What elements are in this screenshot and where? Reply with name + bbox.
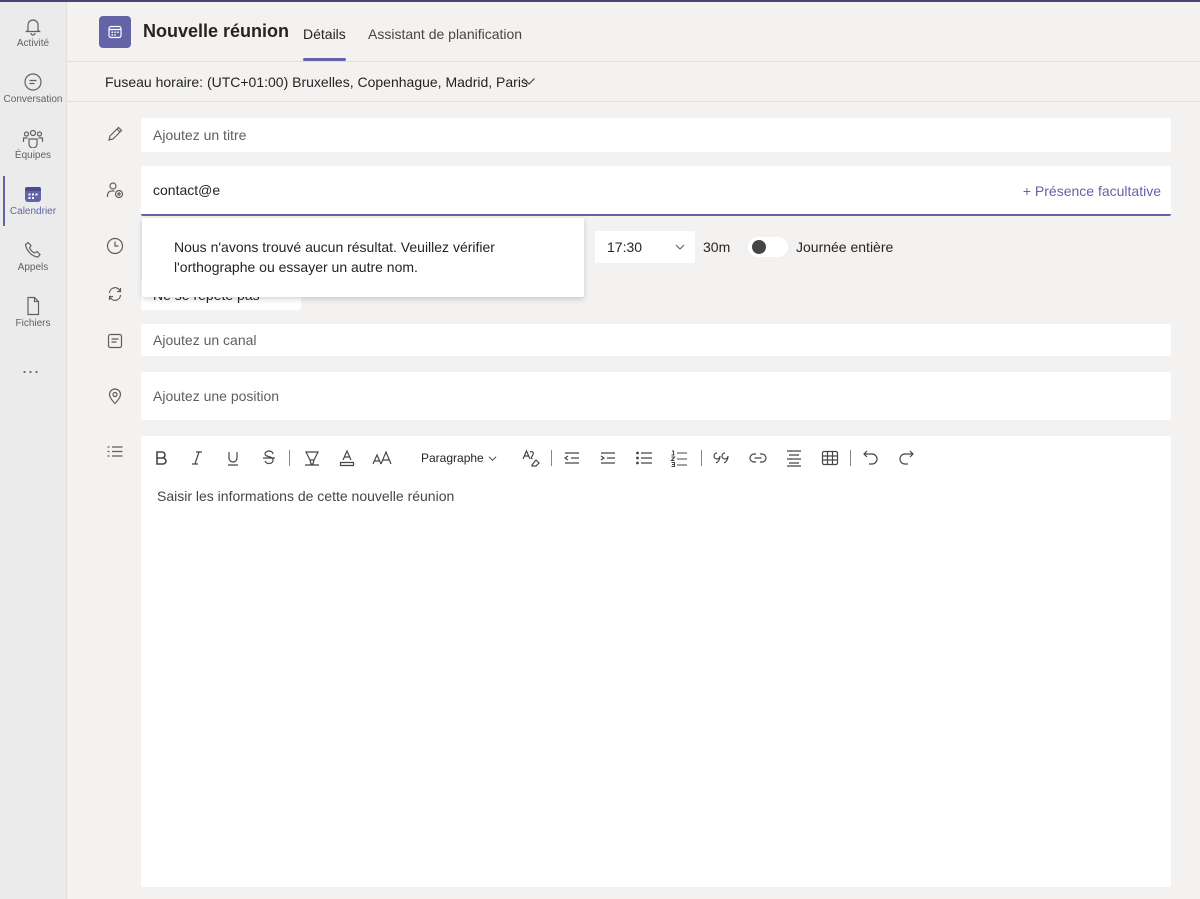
optional-attendees-link[interactable]: + Présence facultative [1023, 183, 1161, 199]
more-apps-icon[interactable]: ... [22, 357, 40, 378]
attendee-field[interactable]: contact@e + Présence facultative [141, 166, 1171, 216]
bullet-list-icon[interactable] [635, 448, 653, 468]
paragraph-style-label: Paragraphe [421, 451, 484, 465]
tab-scheduling-assistant[interactable]: Assistant de planification [368, 26, 522, 42]
increase-indent-icon[interactable] [599, 448, 617, 468]
strikethrough-button[interactable] [261, 448, 277, 468]
app-item-calls[interactable]: Appels [0, 230, 66, 286]
attendee-input[interactable]: contact@e [153, 182, 220, 198]
title-field[interactable]: Ajoutez un titre [141, 118, 1171, 152]
app-item-activity[interactable]: Activité [0, 6, 66, 62]
timezone-selector[interactable]: Fuseau horaire: (UTC+01:00) Bruxelles, C… [105, 74, 528, 90]
page-title: Nouvelle réunion [143, 21, 290, 41]
app-item-label: Activité [16, 38, 50, 49]
toggle-knob [752, 240, 766, 254]
toolbar-separator [850, 450, 851, 466]
paragraph-style-dropdown[interactable]: Paragraphe [421, 451, 497, 465]
app-item-label: Conversation [3, 94, 63, 105]
duration-label: 30m [703, 239, 731, 255]
italic-button[interactable] [189, 448, 205, 468]
channel-icon [107, 333, 123, 349]
quote-icon[interactable] [713, 448, 731, 468]
timezone-bar: Fuseau horaire: (UTC+01:00) Bruxelles, C… [67, 62, 1200, 102]
add-person-icon [106, 182, 124, 199]
location-input[interactable]: Ajoutez une position [153, 388, 279, 404]
active-tab-indicator [303, 58, 346, 61]
calendar-icon [99, 16, 131, 48]
bell-icon [25, 19, 41, 36]
app-item-calendar[interactable]: Calendrier [0, 174, 66, 230]
redo-icon[interactable] [897, 448, 915, 468]
channel-field[interactable]: Ajoutez un canal [141, 324, 1171, 356]
app-item-label: Fichiers [15, 318, 51, 329]
bold-button[interactable] [153, 448, 169, 468]
app-bar: Activité Conversation Équipes Calendrier… [0, 2, 67, 899]
file-icon [27, 296, 40, 316]
link-icon[interactable] [749, 448, 767, 468]
chevron-down-icon[interactable] [522, 74, 536, 88]
toolbar-separator [701, 450, 702, 466]
phone-icon [24, 241, 41, 258]
undo-icon[interactable] [862, 448, 880, 468]
app-item-teams[interactable]: Équipes [0, 118, 66, 174]
underline-button[interactable] [225, 448, 241, 468]
chat-icon [24, 73, 42, 91]
font-size-icon[interactable] [372, 448, 392, 468]
editor-placeholder[interactable]: Saisir les informations de cette nouvell… [157, 488, 454, 504]
chevron-down-icon [488, 455, 497, 461]
table-icon[interactable] [821, 448, 839, 468]
toolbar-separator [289, 450, 290, 466]
numbered-list-icon[interactable] [670, 448, 688, 468]
calendar-icon [25, 187, 41, 202]
meeting-header: Nouvelle réunion Détails Assistant de pl… [67, 2, 1200, 62]
pencil-icon [108, 126, 123, 141]
channel-input[interactable]: Ajoutez un canal [153, 332, 257, 348]
end-time-value: 17:30 [607, 239, 643, 255]
app-item-files[interactable]: Fichiers [0, 286, 66, 342]
clock-icon [106, 237, 124, 255]
font-color-icon[interactable] [338, 448, 356, 468]
align-center-icon[interactable] [785, 448, 803, 468]
clear-format-icon[interactable] [521, 448, 541, 468]
highlight-icon[interactable] [303, 448, 321, 468]
title-input[interactable]: Ajoutez un titre [153, 127, 246, 143]
all-day-toggle[interactable] [748, 237, 788, 257]
location-icon [108, 388, 122, 405]
no-results-message: Nous n'avons trouvé aucun résultat. Veui… [174, 239, 495, 275]
app-item-label: Calendrier [9, 206, 57, 217]
teams-icon [22, 129, 44, 148]
decrease-indent-icon[interactable] [563, 448, 581, 468]
end-time-select[interactable]: 17:30 [595, 231, 695, 263]
repeat-icon [108, 287, 122, 301]
no-results-popup: Nous n'avons trouvé aucun résultat. Veui… [142, 218, 584, 297]
toolbar-separator [551, 450, 552, 466]
details-list-icon [107, 446, 123, 457]
chevron-down-icon [675, 244, 685, 250]
meeting-details-editor[interactable]: Paragraphe Saisir les informations de ce… [141, 436, 1171, 887]
app-item-label: Appels [17, 262, 49, 273]
location-field[interactable]: Ajoutez une position [141, 372, 1171, 420]
all-day-label: Journée entière [796, 239, 894, 255]
tab-details[interactable]: Détails [303, 26, 346, 42]
app-item-label: Équipes [14, 150, 52, 161]
app-item-conversation[interactable]: Conversation [0, 62, 66, 118]
